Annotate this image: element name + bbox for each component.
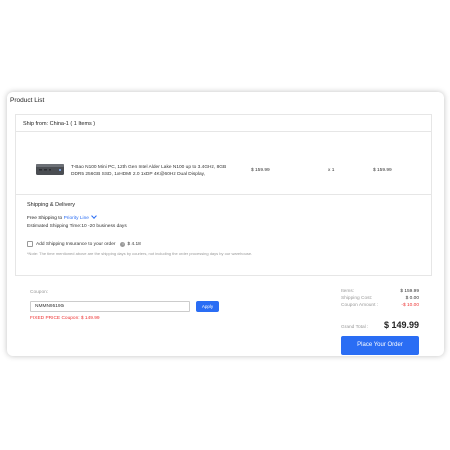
shipping-insurance-checkbox[interactable]	[27, 241, 33, 247]
info-icon[interactable]: i	[120, 241, 126, 247]
shipping-insurance-row: Add Shipping Insurance to your order i $…	[27, 241, 141, 247]
product-title[interactable]: T-Bao N100 Mini PC, 12th Gen Intel Alder…	[71, 164, 231, 178]
free-shipping-line: Free Shipping to Priority Line	[27, 213, 97, 221]
shipment-header: Ship from: China-1 ( 1 Items )	[16, 115, 431, 132]
place-order-button[interactable]: Place Your Order	[341, 336, 419, 355]
grand-total-value: $ 149.99	[383, 320, 419, 330]
fixed-price-coupon-text: FIXED PRICE Coupon: $ 149.99	[30, 316, 100, 321]
coupon-label: Coupon:	[30, 290, 49, 295]
product-quantity: x 1	[328, 168, 335, 173]
mini-pc-icon[interactable]	[35, 161, 65, 177]
product-list-card: Product List Ship from: China-1 ( 1 Item…	[7, 92, 444, 356]
shipping-method-selector[interactable]: Priority Line	[64, 213, 97, 221]
coupon-input[interactable]	[30, 301, 190, 312]
page-title: Product List	[10, 97, 45, 104]
shipping-delivery-title: Shipping & Delivery	[27, 202, 75, 208]
grand-total-label: Grand Total :	[341, 325, 369, 330]
shipping-insurance-price: $ 4.18	[127, 241, 141, 247]
items-value: $ 159.99	[400, 289, 419, 294]
shipping-cost-row: Shipping Cost: $ 0.00	[341, 296, 419, 301]
items-label: Items:	[341, 289, 355, 294]
free-shipping-label: Free Shipping	[27, 216, 57, 221]
product-price: $ 159.99	[251, 168, 270, 173]
shipping-note: *Note: The time mentioned above are the …	[27, 251, 253, 256]
items-summary-row: Items: $ 159.99	[341, 289, 419, 294]
grand-total-row: Grand Total : $ 149.99	[341, 320, 419, 330]
to-word: to	[58, 216, 63, 221]
product-row: T-Bao N100 Mini PC, 12th Gen Intel Alder…	[16, 132, 431, 195]
coupon-amount-value: -$ 10.00	[401, 303, 419, 308]
shipping-cost-label: Shipping Cost:	[341, 296, 373, 301]
shipping-cost-value: $ 0.00	[405, 296, 419, 301]
apply-coupon-button[interactable]: Apply	[196, 301, 219, 312]
shipment-panel: Ship from: China-1 ( 1 Items ) T-Bao N10…	[15, 114, 432, 286]
shipping-insurance-label[interactable]: Add Shipping Insurance to your order	[36, 242, 115, 247]
coupon-amount-label: Coupon Amount :	[341, 303, 379, 308]
estimated-shipping-time: Estimated Shipping Time:10 -20 business …	[27, 224, 127, 229]
product-subtotal: $ 159.99	[373, 168, 392, 173]
shipping-method-label[interactable]: Priority Line	[64, 216, 89, 221]
chevron-down-icon[interactable]	[91, 213, 97, 219]
coupon-amount-row: Coupon Amount : -$ 10.00	[341, 303, 419, 308]
order-summary-panel: Coupon: Apply FIXED PRICE Coupon: $ 149.…	[15, 275, 432, 355]
